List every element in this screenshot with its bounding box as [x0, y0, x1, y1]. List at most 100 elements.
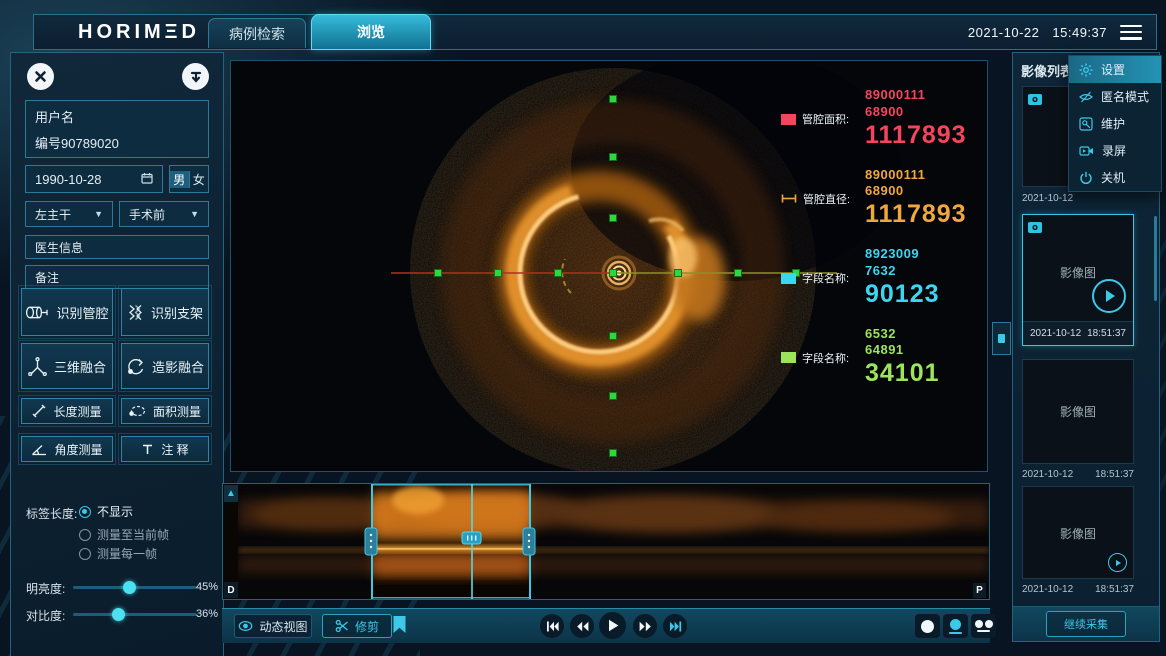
contrast-label: 对比度: [26, 607, 65, 624]
oct-viewer: 管腔面积: 89000111689001117893 管腔直径: 8900011… [230, 60, 988, 472]
radio-icon[interactable] [79, 529, 91, 541]
underline [977, 630, 990, 632]
lumen-area-swatch [781, 114, 796, 125]
import-icon[interactable] [182, 63, 209, 90]
continue-acquisition-button[interactable]: 继续采集 [1046, 611, 1126, 637]
handle-icon [998, 334, 1005, 343]
radio-measure-every-frame[interactable]: 测量每一帧 [79, 545, 157, 562]
play-overlay-icon[interactable] [1092, 279, 1126, 313]
radio-icon[interactable] [79, 506, 91, 518]
skip-to-start-button[interactable] [540, 614, 564, 638]
thumb-title: 影像图 [1023, 525, 1133, 542]
single-long-view-icon [950, 619, 961, 630]
contrast-track[interactable] [73, 613, 197, 616]
field-1-swatch [781, 273, 796, 284]
detect-lumen-button[interactable]: 识别管腔 [21, 288, 113, 336]
thumb-time: 18:51:37 [1087, 328, 1126, 339]
radio-no-display[interactable]: 不显示 [79, 503, 133, 520]
menu-item-screen-record[interactable]: 录屏 [1069, 137, 1161, 164]
patient-panel: 用户名 编号90789020 1990-10-28 男 女 左主干 ▼ 手术前 … [10, 52, 224, 656]
radio-measure-to-current[interactable]: 测量至当前帧 [79, 526, 169, 543]
chevron-down-icon: ▼ [94, 209, 103, 219]
thumbnail-2-selected[interactable]: 影像图 2021-10-12 18:51:37 [1022, 214, 1134, 346]
thumbnail-3[interactable]: 影像图 [1022, 359, 1134, 464]
thumb-time: 18:51:37 [1095, 584, 1134, 595]
gender-male-option[interactable]: 男 [170, 171, 189, 188]
camera-icon [1028, 220, 1042, 238]
skip-to-end-button[interactable] [663, 614, 687, 638]
timeline-collapse-icon[interactable]: ▲ [224, 485, 238, 502]
view-mode-single[interactable] [915, 614, 940, 638]
fast-forward-button[interactable] [633, 614, 657, 638]
legend-label: 字段名称: [802, 350, 849, 366]
brightness-track[interactable] [73, 586, 197, 589]
gender-toggle: 男 女 [169, 165, 209, 193]
area-measure-button[interactable]: 面积测量 [121, 398, 209, 424]
angio-fusion-icon [126, 357, 145, 376]
menu-item-shutdown[interactable]: 关机 [1069, 164, 1161, 191]
tool-label: 识别管腔 [56, 303, 108, 322]
bookmark-icon[interactable] [392, 615, 407, 639]
annotate-button[interactable]: 注 释 [121, 436, 209, 462]
angio-fusion-button[interactable]: 造影融合 [121, 343, 209, 389]
patient-id-field[interactable]: 编号90789020 [35, 133, 119, 152]
play-small-icon[interactable] [1108, 553, 1127, 572]
menu-item-maintenance[interactable]: 维护 [1069, 110, 1161, 137]
dynamic-view-button[interactable]: 动态视图 [234, 614, 312, 638]
length-measure-button[interactable]: 长度测量 [21, 398, 113, 424]
contrast-knob[interactable] [112, 608, 125, 621]
doctor-info-field[interactable]: 医生信息 [25, 235, 209, 259]
fusion-3d-button[interactable]: 三维融合 [21, 343, 113, 389]
detect-stent-button[interactable]: 识别支架 [121, 288, 209, 336]
transport-bar: 动态视图 修剪 [222, 608, 990, 643]
calendar-icon[interactable] [141, 172, 153, 186]
view-mode-dual[interactable] [971, 614, 996, 638]
angle-measure-button[interactable]: 角度测量 [21, 436, 113, 462]
menu-label: 设置 [1101, 61, 1125, 78]
close-icon[interactable] [27, 63, 54, 90]
legend-lumen-diameter: 管腔直径: 89000111689001117893 [781, 167, 981, 230]
thumb-title: 影像图 [1023, 264, 1133, 281]
radio-label: 不显示 [97, 503, 133, 520]
gender-female-option[interactable]: 女 [189, 171, 209, 188]
length-icon [32, 404, 46, 418]
rewind-button[interactable] [570, 614, 594, 638]
play-button[interactable] [599, 612, 626, 639]
image-list-scrollbar[interactable] [1154, 216, 1157, 301]
tab-case-search[interactable]: 病例检索 [208, 18, 306, 48]
tool-label: 三维融合 [54, 357, 106, 376]
stage-select[interactable]: 手术前 ▼ [119, 201, 209, 227]
camera-icon [1028, 92, 1042, 110]
remark-field[interactable]: 备注 [25, 265, 209, 289]
single-view-icon [921, 620, 934, 633]
longitudinal-view[interactable] [238, 484, 989, 599]
brightness-value: 45% [196, 581, 218, 593]
power-icon [1079, 171, 1093, 185]
tool-label: 识别支架 [151, 303, 203, 322]
brand-logo: HORIMΞD [78, 21, 200, 44]
view-mode-single-longitudinal[interactable] [943, 614, 968, 638]
radio-icon[interactable] [79, 548, 91, 560]
thumbnail-4-caption: 2021-10-12 18:51:37 [1022, 584, 1134, 595]
thumb-date: 2021-10-12 [1022, 584, 1073, 595]
lumen-diameter-swatch [781, 193, 797, 204]
tab-browse[interactable]: 浏览 [311, 14, 431, 50]
tool-label: 造影融合 [152, 357, 204, 376]
vessel-select[interactable]: 左主干 ▼ [25, 201, 113, 227]
right-panel-collapse-handle[interactable] [992, 322, 1011, 355]
thumbnail-4[interactable]: 影像图 [1022, 486, 1134, 579]
trim-button[interactable]: 修剪 [322, 614, 392, 638]
dynamic-view-icon [238, 620, 253, 632]
menu-item-settings[interactable]: 设置 [1069, 56, 1161, 83]
thumbnail-1-caption: 2021-10-12 [1022, 193, 1134, 204]
hamburger-menu-icon[interactable] [1120, 25, 1142, 40]
menu-item-anonymous-mode[interactable]: 匿名模式 [1069, 83, 1161, 110]
tool-label: 注 释 [161, 441, 188, 458]
patient-info-box[interactable]: 用户名 编号90789020 [25, 100, 209, 158]
trim-label: 修剪 [355, 618, 379, 635]
birth-date-field[interactable]: 1990-10-28 [25, 165, 163, 193]
username-field[interactable]: 用户名 [35, 107, 74, 126]
menu-label: 匿名模式 [1101, 88, 1149, 105]
annotation-icon [141, 443, 154, 456]
brightness-knob[interactable] [123, 581, 136, 594]
